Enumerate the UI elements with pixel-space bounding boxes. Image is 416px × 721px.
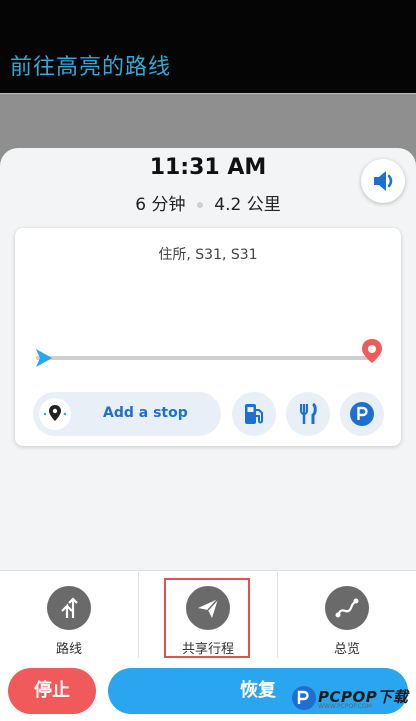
- page-title: 前往高亮的路线: [10, 55, 172, 80]
- speaker-icon: [374, 171, 393, 191]
- watermark-logo-icon: [292, 686, 316, 710]
- destination-pin-icon: [362, 339, 382, 363]
- current-location-icon: [36, 349, 52, 367]
- eta-time: 11:31 AM: [149, 155, 267, 180]
- route-progress-track: [36, 356, 370, 360]
- overview-icon: [325, 586, 369, 630]
- restaurant-button[interactable]: [286, 392, 330, 436]
- top-bar: 前往高亮的路线: [0, 0, 416, 94]
- gas-pump-icon: [245, 404, 263, 424]
- watermark-subtext: WWW.PCPOP.COM: [318, 703, 372, 710]
- eta-summary: 6 分钟 4.2 公里: [0, 190, 416, 215]
- route-option-label: 路线: [55, 642, 82, 657]
- fork-knife-icon: [300, 402, 317, 424]
- watermark: PCPOP下载 WWW.PCPOP.COM: [290, 680, 416, 720]
- share-trip-highlight-box: [164, 578, 250, 658]
- eta-duration: 6 分钟: [135, 195, 186, 215]
- eta-distance: 4.2 公里: [214, 195, 281, 215]
- stop-button[interactable]: 停止: [8, 668, 96, 714]
- sound-button[interactable]: [361, 159, 405, 203]
- overview-label: 总览: [333, 642, 360, 657]
- separator-dot: [196, 202, 203, 208]
- parking-icon: [350, 402, 374, 426]
- route-icon: [47, 586, 91, 630]
- gas-station-button[interactable]: [232, 392, 276, 436]
- add-stop-pin-icon: [39, 398, 71, 430]
- parking-button[interactable]: [340, 392, 384, 436]
- add-stop-button[interactable]: Add a stop: [33, 392, 221, 436]
- destination-address: 住所, S31, S31: [158, 247, 258, 263]
- overview-button[interactable]: 总览: [278, 570, 416, 658]
- add-stop-label: Add a stop: [103, 405, 188, 421]
- route-option-button[interactable]: 路线: [0, 570, 138, 658]
